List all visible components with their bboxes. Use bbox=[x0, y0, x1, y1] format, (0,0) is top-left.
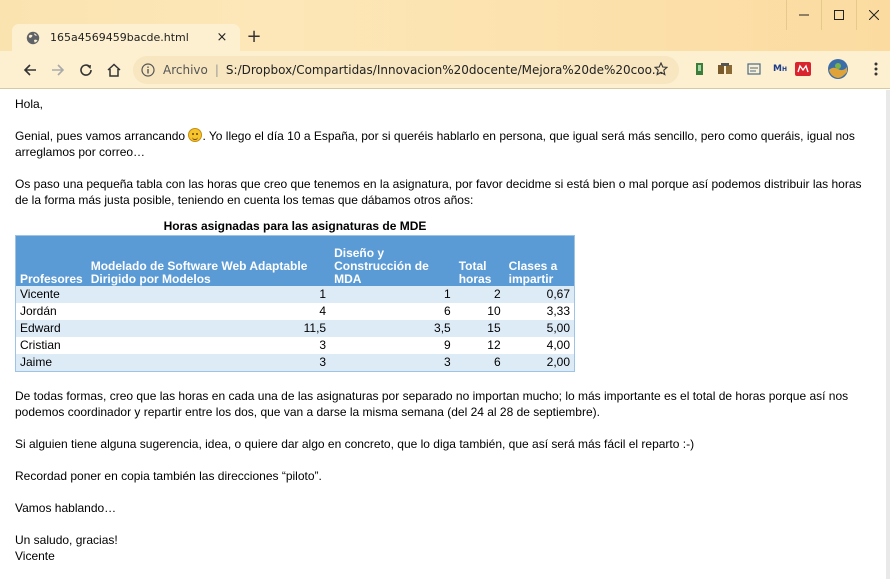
extension-5-icon[interactable] bbox=[793, 59, 813, 79]
cell-clases: 5,00 bbox=[504, 319, 575, 337]
table-row: Vicente 1 1 2 0,67 bbox=[15, 285, 575, 303]
cell-modelado: 4 bbox=[86, 302, 331, 320]
cell-diseno: 3,5 bbox=[330, 319, 455, 337]
paragraph-2: Os paso una pequeña tabla con las horas … bbox=[15, 177, 862, 207]
cell-profesor: Vicente bbox=[15, 285, 87, 303]
reload-button[interactable] bbox=[74, 58, 98, 82]
browser-title-bar: 165a4569459bacde.html × + bbox=[0, 0, 890, 51]
paragraph-3: De todas formas, creo que las horas en c… bbox=[15, 388, 849, 419]
browser-tab[interactable]: 165a4569459bacde.html × bbox=[12, 24, 240, 51]
extension-4-icon[interactable]: MH bbox=[770, 59, 790, 79]
extension-1-icon[interactable] bbox=[690, 59, 710, 79]
cell-diseno: 9 bbox=[330, 336, 455, 354]
globe-icon bbox=[26, 31, 40, 44]
forward-button[interactable] bbox=[46, 58, 70, 82]
header-clases: Clases a impartir bbox=[504, 235, 575, 286]
paragraph-6: Vamos hablando… bbox=[15, 500, 117, 515]
minimize-button[interactable] bbox=[786, 0, 820, 30]
arrow-right-icon bbox=[52, 64, 65, 76]
cell-diseno: 1 bbox=[330, 285, 455, 303]
maximize-icon bbox=[833, 10, 844, 20]
cell-total: 6 bbox=[454, 353, 505, 371]
header-modelado: Modelado de Software Web Adaptable Dirig… bbox=[86, 235, 331, 286]
greeting-text: Hola, bbox=[15, 97, 44, 111]
cell-clases: 4,00 bbox=[504, 336, 575, 354]
cell-profesor: Jordán bbox=[15, 302, 87, 320]
tab-title: 165a4569459bacde.html bbox=[50, 31, 189, 44]
home-button[interactable] bbox=[102, 58, 126, 82]
close-window-button[interactable] bbox=[856, 0, 890, 30]
table-title: Horas asignadas para las asignaturas de … bbox=[163, 219, 427, 233]
cell-diseno: 6 bbox=[330, 302, 455, 320]
hours-table: Profesores Modelado de Software Web Adap… bbox=[15, 235, 575, 372]
table-header-row: Profesores Modelado de Software Web Adap… bbox=[15, 235, 575, 286]
cell-total: 10 bbox=[454, 302, 505, 320]
back-button[interactable] bbox=[18, 58, 42, 82]
cell-profesor: Cristian bbox=[15, 336, 87, 354]
paragraph-5: Recordad poner en copia también las dire… bbox=[15, 468, 322, 483]
extension-3-icon[interactable] bbox=[744, 59, 764, 79]
cell-total: 12 bbox=[454, 336, 505, 354]
address-separator: | bbox=[214, 63, 219, 77]
profile-avatar[interactable] bbox=[826, 57, 850, 81]
header-total-horas: Total horas bbox=[454, 235, 505, 286]
minimize-icon bbox=[798, 14, 809, 16]
smiley-icon bbox=[188, 128, 203, 142]
reload-icon bbox=[80, 64, 92, 76]
maximize-button[interactable] bbox=[821, 0, 855, 30]
paragraph-4: Si alguien tiene alguna sugerencia, idea… bbox=[15, 436, 695, 451]
table-row: Jaime 3 3 6 2,00 bbox=[15, 353, 575, 371]
cell-total: 15 bbox=[454, 319, 505, 337]
cell-modelado: 11,5 bbox=[86, 319, 331, 337]
tab-close-icon[interactable]: × bbox=[214, 30, 230, 46]
menu-kebab-icon[interactable] bbox=[866, 59, 886, 79]
paragraph-1: Genial, pues vamos arrancando . Yo llego… bbox=[15, 128, 876, 160]
cell-profesor: Jaime bbox=[15, 353, 87, 371]
table-row: Jordán 4 6 10 3,33 bbox=[15, 302, 575, 320]
table-row: Edward 11,5 3,5 15 5,00 bbox=[15, 319, 575, 337]
cell-clases: 3,33 bbox=[504, 302, 575, 320]
cell-clases: 0,67 bbox=[504, 285, 575, 303]
address-bar[interactable]: Archivo | S:/Dropbox/Compartidas/Innovac… bbox=[133, 56, 679, 84]
cell-total: 2 bbox=[454, 285, 505, 303]
new-tab-button[interactable]: + bbox=[243, 28, 265, 48]
cell-modelado: 1 bbox=[86, 285, 331, 303]
scrollbar[interactable] bbox=[886, 90, 890, 579]
table-row: Cristian 3 9 12 4,00 bbox=[15, 336, 575, 354]
cell-clases: 2,00 bbox=[504, 353, 575, 371]
extension-2-icon[interactable] bbox=[715, 59, 735, 79]
home-icon bbox=[107, 63, 121, 77]
cell-modelado: 3 bbox=[86, 336, 331, 354]
header-diseno: Diseño y Construcción de MDA bbox=[330, 235, 455, 286]
close-icon bbox=[868, 10, 879, 20]
header-profesores: Profesores bbox=[15, 235, 87, 286]
cell-profesor: Edward bbox=[15, 319, 87, 337]
paragraph-1-start: Genial, pues vamos arrancando bbox=[15, 129, 189, 143]
address-scheme-label: Archivo bbox=[163, 63, 208, 77]
email-body: Hola, Genial, pues vamos arrancando . Yo… bbox=[0, 90, 886, 579]
arrow-left-icon bbox=[23, 64, 36, 76]
info-icon[interactable] bbox=[141, 63, 155, 77]
browser-toolbar: Archivo | S:/Dropbox/Compartidas/Innovac… bbox=[0, 51, 890, 89]
address-url[interactable]: S:/Dropbox/Compartidas/Innovacion%20doce… bbox=[226, 63, 663, 77]
cell-diseno: 3 bbox=[330, 353, 455, 371]
cell-modelado: 3 bbox=[86, 353, 331, 371]
closing-text: Un saludo, gracias! bbox=[15, 532, 118, 547]
bookmark-star-icon[interactable] bbox=[651, 59, 671, 79]
signature-text: Vicente bbox=[15, 548, 55, 563]
